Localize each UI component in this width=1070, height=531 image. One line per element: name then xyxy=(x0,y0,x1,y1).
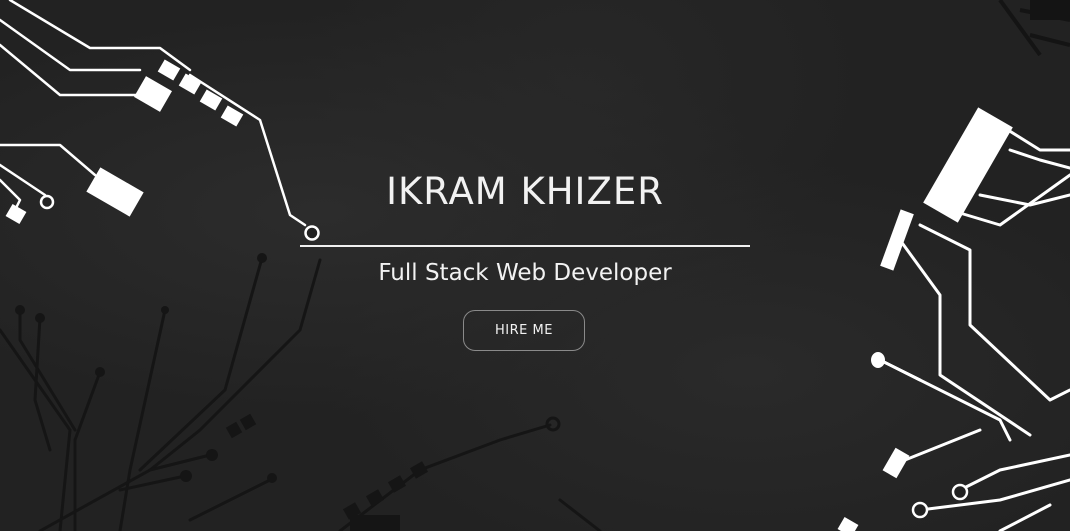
hero-content: IKRAM KHIZER Full Stack Web Developer HI… xyxy=(0,0,1070,531)
hire-me-button[interactable]: HIRE ME xyxy=(463,310,585,351)
hero-name: IKRAM KHIZER xyxy=(386,170,664,213)
hero-divider xyxy=(300,245,750,247)
hero-section: IKRAM KHIZER Full Stack Web Developer HI… xyxy=(0,0,1070,531)
hero-subtitle: Full Stack Web Developer xyxy=(378,260,672,286)
